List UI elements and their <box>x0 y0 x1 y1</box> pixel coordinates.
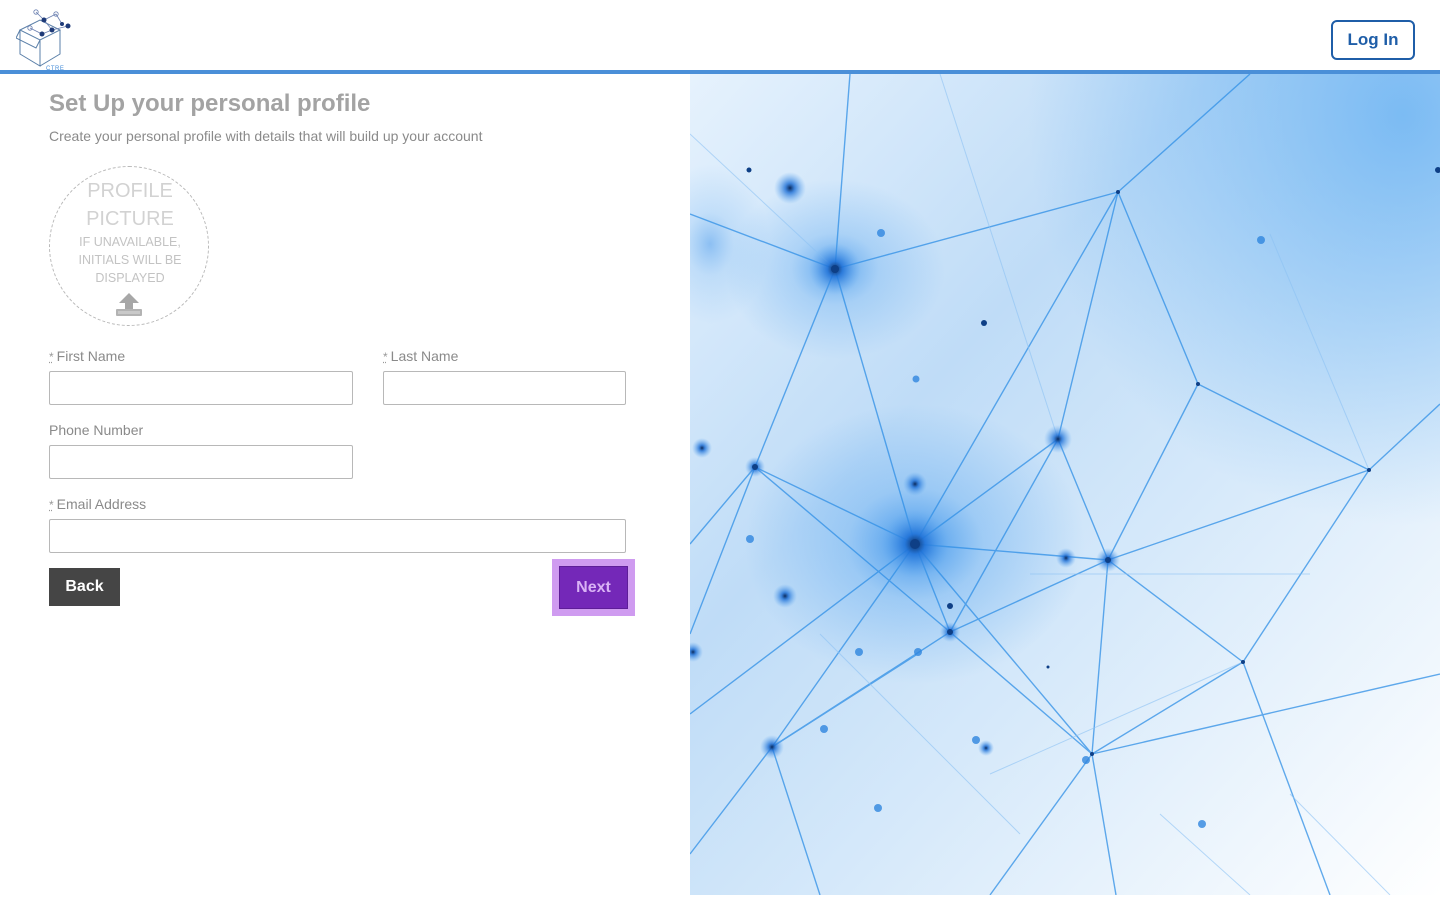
page-title: Set Up your personal profile <box>49 90 371 117</box>
required-marker: * <box>49 498 54 512</box>
first-name-input[interactable] <box>49 371 353 405</box>
profile-picture-upload[interactable]: PROFILE PICTURE IF UNAVAILABLE, INITIALS… <box>49 166 209 326</box>
upload-icon[interactable] <box>114 291 144 319</box>
email-label-text: Email Address <box>56 496 147 512</box>
first-name-label-text: First Name <box>56 348 126 364</box>
logo-icon[interactable] <box>16 6 74 72</box>
last-name-label-text: Last Name <box>390 348 459 364</box>
page-subtitle: Create your personal profile with detail… <box>49 128 483 144</box>
top-header: CTRE Log In <box>0 0 1440 74</box>
phone-label-text: Phone Number <box>49 422 144 438</box>
email-label: * Email Address <box>49 496 146 512</box>
phone-label: Phone Number <box>49 422 143 438</box>
phone-input[interactable] <box>49 445 353 479</box>
last-name-input[interactable] <box>383 371 626 405</box>
last-name-label: * Last Name <box>383 348 458 364</box>
back-button[interactable]: Back <box>49 568 120 606</box>
email-input[interactable] <box>49 519 626 553</box>
next-button-highlight: Next <box>552 559 635 616</box>
profile-picture-title: PROFILE PICTURE <box>86 180 174 230</box>
required-marker: * <box>383 350 388 364</box>
logo-text: CTRE <box>46 66 65 72</box>
first-name-label: * First Name <box>49 348 125 364</box>
network-illustration <box>690 74 1440 895</box>
required-marker: * <box>49 350 54 364</box>
login-button[interactable]: Log In <box>1331 20 1415 60</box>
next-button[interactable]: Next <box>559 566 628 609</box>
profile-picture-note: IF UNAVAILABLE, INITIALS WILL BE DISPLAY… <box>78 235 182 285</box>
